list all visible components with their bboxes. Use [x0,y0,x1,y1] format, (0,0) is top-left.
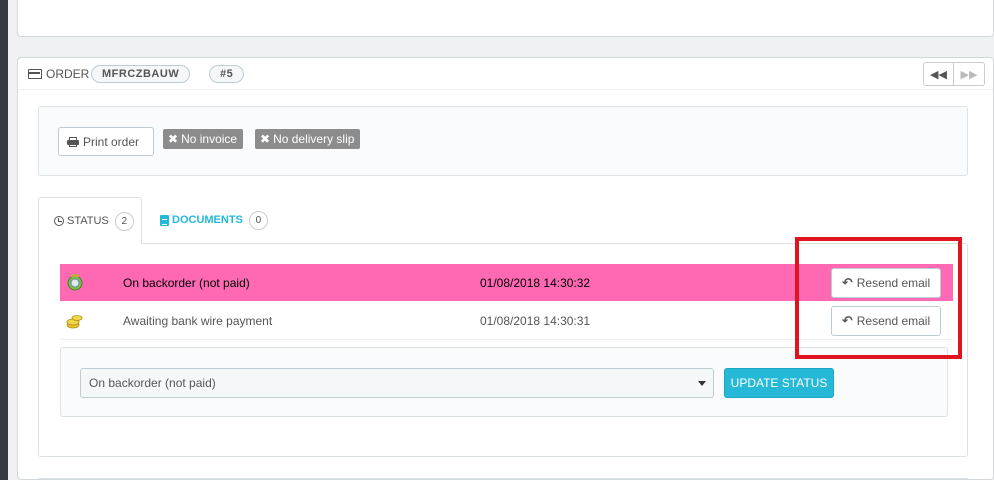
close-icon: ✖ [168,132,179,146]
next-order-button[interactable]: ▶▶ [954,62,985,86]
tab-status[interactable]: Status 2 [38,197,142,244]
order-status-select[interactable]: On backorder (not paid) [80,368,714,398]
no-invoice-label: No invoice [181,132,238,146]
resend-email-button[interactable]: ↶ Resend email [831,267,941,298]
print-order-button[interactable]: Print order [58,127,154,156]
order-title: Order [46,67,90,81]
resend-email-label: Resend email [856,275,931,290]
admin-sidebar-edge [0,0,8,480]
tab-status-label: Status [67,215,109,227]
tab-documents-label: Documents [172,214,243,226]
history-status-date: 01/08/2018 14:30:32 [480,275,591,290]
history-row: Awaiting bank wire payment 01/08/2018 14… [60,303,953,340]
forward-icon: ▶▶ [960,68,978,81]
clock-icon [54,216,64,226]
printer-icon [67,136,79,147]
history-status-name: On backorder (not paid) [123,275,250,290]
selected-status-value: On backorder (not paid) [89,376,216,390]
order-number-badge: #5 [209,65,245,83]
no-delivery-slip-label: No delivery slip [273,132,355,146]
history-row: On backorder (not paid) 01/08/2018 14:30… [60,264,953,301]
resend-email-button[interactable]: ↶ Resend email [831,306,941,336]
order-navigation: ◀◀ ▶▶ [923,62,985,86]
order-panel-heading: Order MFRCZBAUW #5 ◀◀ ▶▶ [18,58,993,90]
order-actions-well: Print order ✖ No invoice ✖ No delivery s… [38,106,968,176]
reply-icon: ↶ [841,274,853,290]
credit-card-icon [28,69,42,79]
tab-documents[interactable]: Documents 0 [160,208,268,232]
update-status-form: On backorder (not paid) Update status [60,347,948,417]
tab-documents-count: 0 [248,210,268,230]
chevron-down-icon [698,381,706,386]
previous-order-button[interactable]: ◀◀ [923,62,954,86]
tab-status-count: 2 [114,211,134,231]
backorder-icon [67,274,83,291]
previous-panel [17,0,994,37]
order-reference-badge: MFRCZBAUW [91,65,191,83]
reply-icon: ↶ [841,313,853,328]
order-tabs: Status 2 Documents 0 [38,197,968,244]
resend-email-label: Resend email [856,314,931,328]
no-delivery-slip-badge: ✖ No delivery slip [255,129,361,149]
status-tab-content: On backorder (not paid) 01/08/2018 14:30… [38,243,968,457]
history-status-date: 01/08/2018 14:30:31 [480,314,591,328]
close-icon: ✖ [260,132,271,146]
no-invoice-badge: ✖ No invoice [163,129,244,149]
update-status-button[interactable]: Update status [724,368,834,398]
history-status-name: Awaiting bank wire payment [123,314,273,328]
backward-icon: ◀◀ [930,68,947,81]
coins-icon [66,315,83,329]
print-order-label: Print order [83,134,140,149]
file-icon [160,214,169,226]
order-panel: Order MFRCZBAUW #5 ◀◀ ▶▶ Print order ✖ N… [17,57,994,480]
